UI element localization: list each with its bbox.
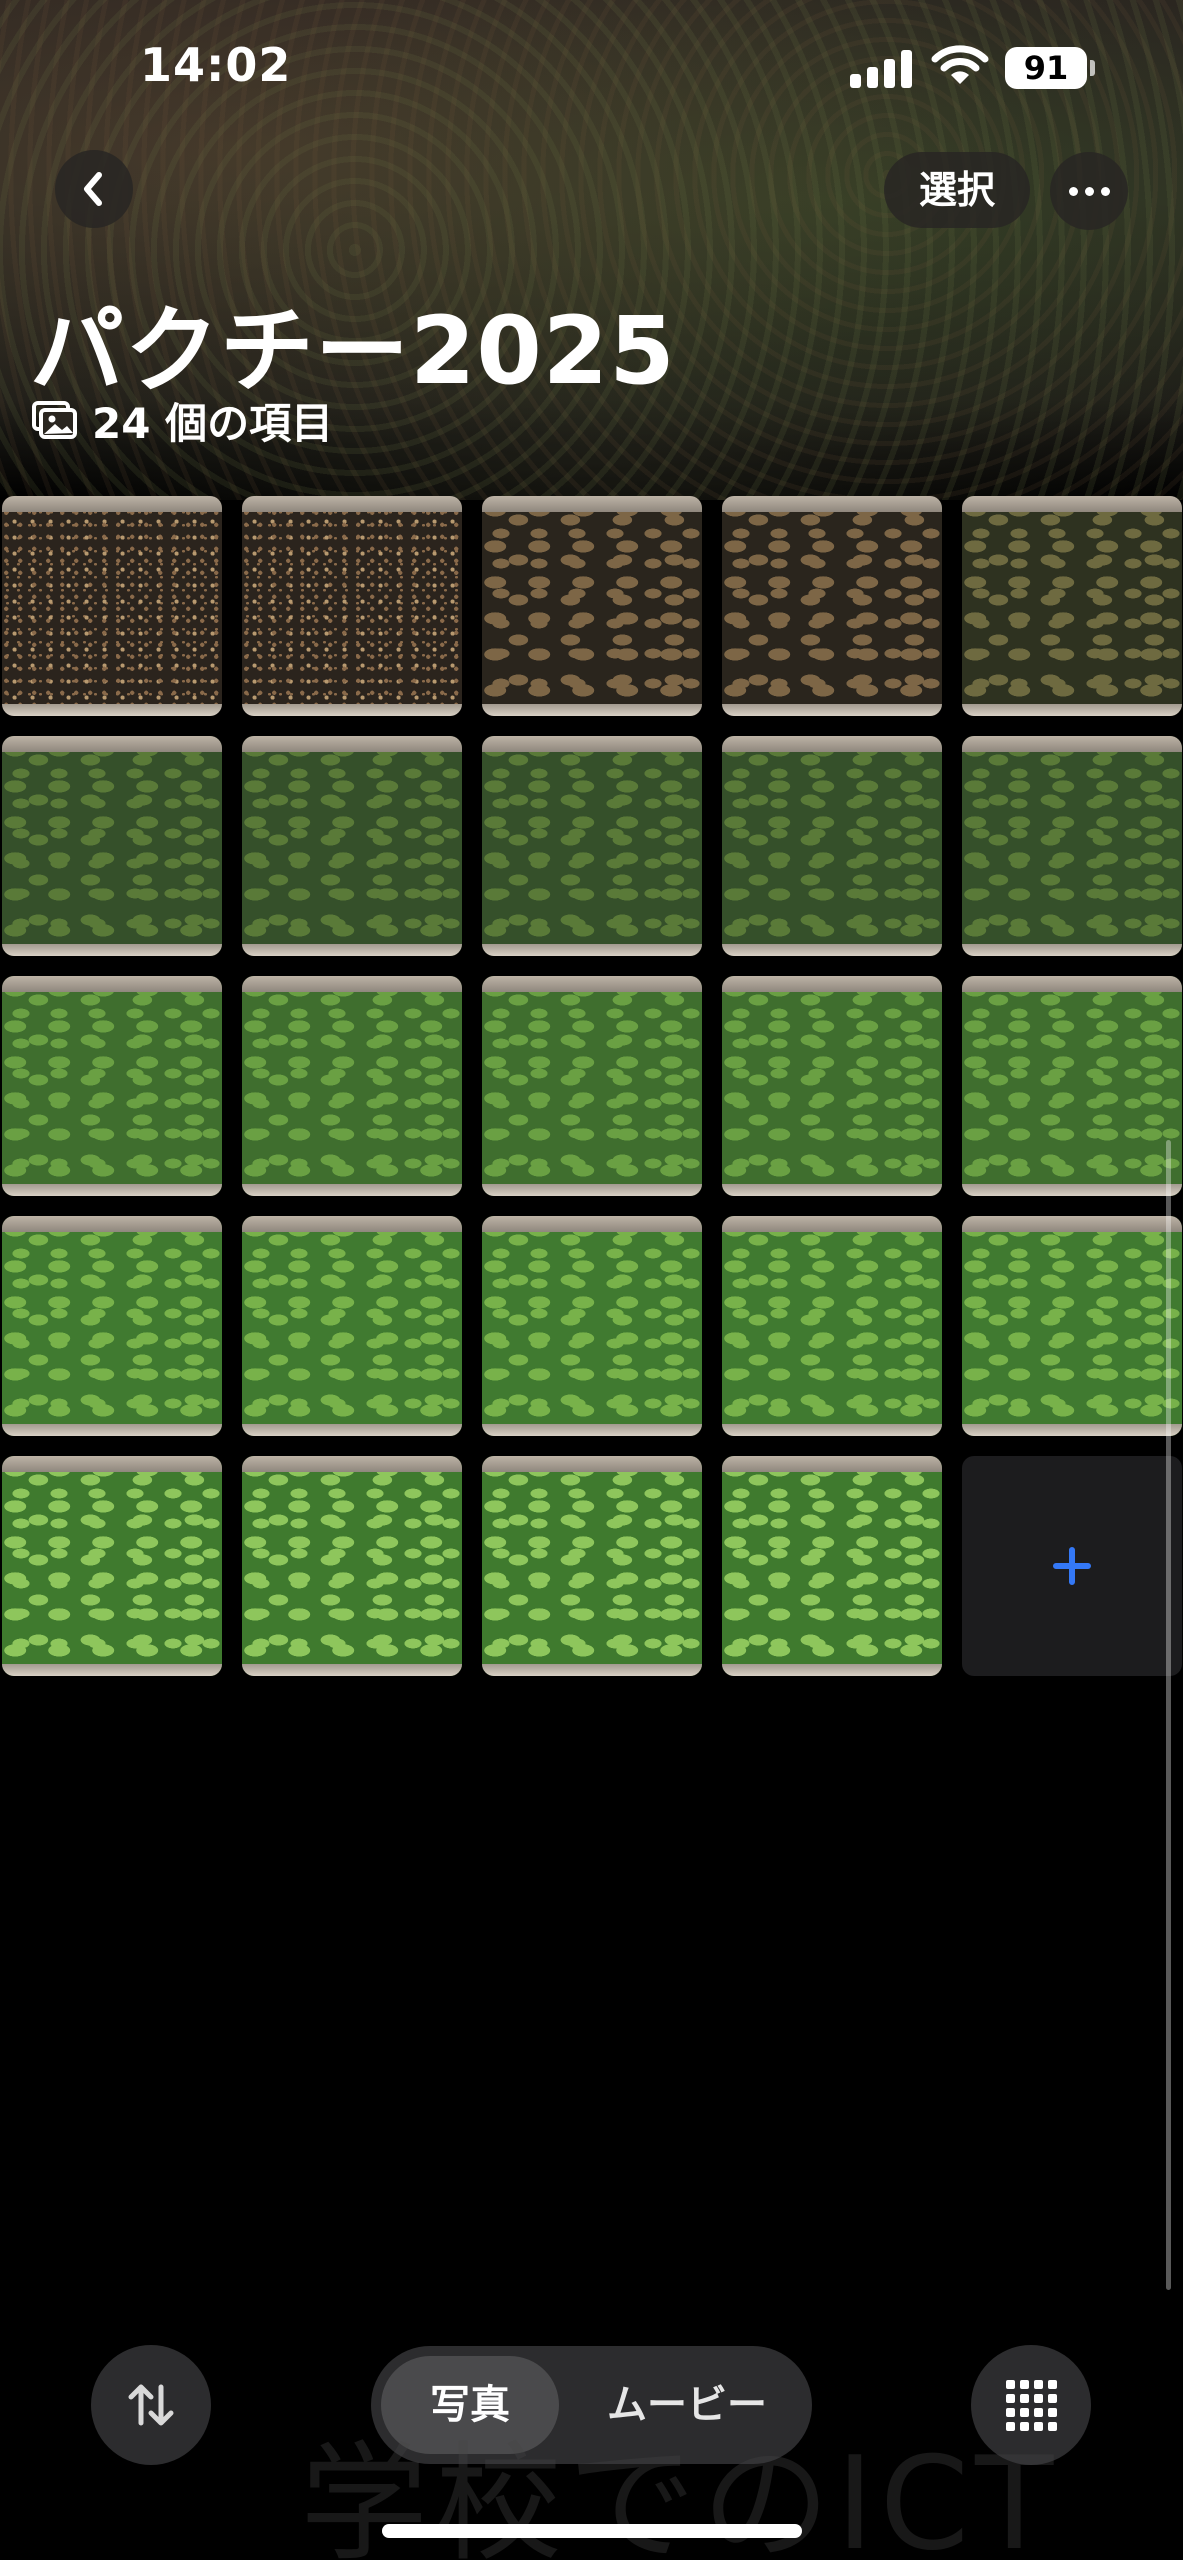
- ellipsis-dot: [1084, 186, 1094, 196]
- more-button[interactable]: [1050, 152, 1128, 230]
- photo-thumbnail[interactable]: [722, 736, 942, 956]
- item-count: 24 個の項目: [92, 398, 334, 448]
- planter-edge: [242, 1184, 462, 1196]
- planter-edge: [2, 944, 222, 956]
- planter-edge: [962, 1184, 1182, 1196]
- planter-edge: [962, 704, 1182, 716]
- planter-rim: [482, 976, 702, 992]
- planter-rim: [962, 496, 1182, 512]
- planter-edge: [242, 704, 462, 716]
- planter-rim: [242, 1456, 462, 1472]
- photo-thumbnail[interactable]: [962, 736, 1182, 956]
- add-photo-button[interactable]: [962, 1456, 1182, 1676]
- photo-thumbnail[interactable]: [962, 1216, 1182, 1436]
- planter-rim: [482, 1456, 702, 1472]
- chevron-left-icon: [84, 172, 102, 206]
- planter-rim: [242, 1216, 462, 1232]
- planter-rim: [722, 496, 942, 512]
- select-button[interactable]: 選択: [884, 152, 1030, 228]
- planter-edge: [2, 1184, 222, 1196]
- planter-edge: [962, 944, 1182, 956]
- item-count-row: 24 個の項目: [30, 392, 333, 448]
- planter-rim: [242, 976, 462, 992]
- sort-arrows-icon: [128, 2384, 174, 2426]
- status-time: 14:02: [140, 38, 292, 92]
- planter-rim: [482, 496, 702, 512]
- planter-edge: [482, 944, 702, 956]
- photo-thumbnail[interactable]: [722, 496, 942, 716]
- photo-thumbnail[interactable]: [242, 1456, 462, 1676]
- planter-edge: [722, 704, 942, 716]
- planter-rim: [482, 736, 702, 752]
- planter-edge: [242, 1424, 462, 1436]
- photo-stack-icon: [32, 401, 77, 439]
- planter-edge: [482, 1664, 702, 1676]
- photo-thumbnail[interactable]: [482, 736, 702, 956]
- photo-thumbnail[interactable]: [962, 496, 1182, 716]
- planter-rim: [962, 736, 1182, 752]
- scrollbar[interactable]: [1166, 1140, 1171, 2290]
- signal-icon: [850, 50, 914, 88]
- wifi-icon: [931, 45, 989, 84]
- planter-rim: [242, 736, 462, 752]
- planter-edge: [722, 1664, 942, 1676]
- photo-thumbnail[interactable]: [962, 976, 1182, 1196]
- planter-rim: [2, 736, 222, 752]
- planter-edge: [242, 1664, 462, 1676]
- planter-edge: [722, 1184, 942, 1196]
- planter-edge: [962, 1424, 1182, 1436]
- planter-edge: [2, 1664, 222, 1676]
- planter-rim: [722, 736, 942, 752]
- plus-icon: [1053, 1547, 1091, 1585]
- planter-edge: [722, 1424, 942, 1436]
- photos-album-screen: 14:02 91 選択 パクチー2025 24 個の項目 写真 ムービー 学校で…: [0, 0, 1183, 2560]
- planter-edge: [482, 1184, 702, 1196]
- planter-rim: [722, 1456, 942, 1472]
- planter-rim: [2, 496, 222, 512]
- photo-thumbnail[interactable]: [2, 736, 222, 956]
- planter-rim: [482, 1216, 702, 1232]
- planter-edge: [2, 704, 222, 716]
- status-bar: 14:02 91: [0, 0, 1183, 120]
- photo-thumbnail[interactable]: [2, 1216, 222, 1436]
- planter-rim: [722, 1216, 942, 1232]
- photo-thumbnail[interactable]: [722, 1216, 942, 1436]
- photo-thumbnail[interactable]: [2, 976, 222, 1196]
- photo-thumbnail[interactable]: [482, 1456, 702, 1676]
- planter-rim: [2, 1456, 222, 1472]
- battery-icon: 91: [1005, 47, 1095, 89]
- photo-thumbnail[interactable]: [482, 1216, 702, 1436]
- photo-thumbnail[interactable]: [2, 496, 222, 716]
- planter-rim: [2, 976, 222, 992]
- planter-rim: [2, 1216, 222, 1232]
- planter-rim: [962, 1216, 1182, 1232]
- photo-thumbnail[interactable]: [482, 496, 702, 716]
- photo-thumbnail[interactable]: [2, 1456, 222, 1676]
- planter-edge: [482, 1424, 702, 1436]
- photo-thumbnail[interactable]: [242, 976, 462, 1196]
- photo-thumbnail[interactable]: [242, 736, 462, 956]
- home-indicator[interactable]: [382, 2524, 802, 2538]
- photo-thumbnail[interactable]: [242, 496, 462, 716]
- photo-thumbnail[interactable]: [722, 976, 942, 1196]
- sort-button[interactable]: [91, 2345, 211, 2465]
- planter-edge: [722, 944, 942, 956]
- planter-edge: [2, 1424, 222, 1436]
- planter-rim: [722, 976, 942, 992]
- photo-thumbnail[interactable]: [242, 1216, 462, 1436]
- planter-rim: [242, 496, 462, 512]
- ellipsis-icon: [1068, 186, 1078, 196]
- photo-thumbnail[interactable]: [482, 976, 702, 1196]
- ellipsis-dot: [1100, 186, 1110, 196]
- planter-rim: [962, 976, 1182, 992]
- planter-edge: [482, 704, 702, 716]
- planter-edge: [242, 944, 462, 956]
- back-button[interactable]: [55, 150, 133, 228]
- photo-thumbnail[interactable]: [722, 1456, 942, 1676]
